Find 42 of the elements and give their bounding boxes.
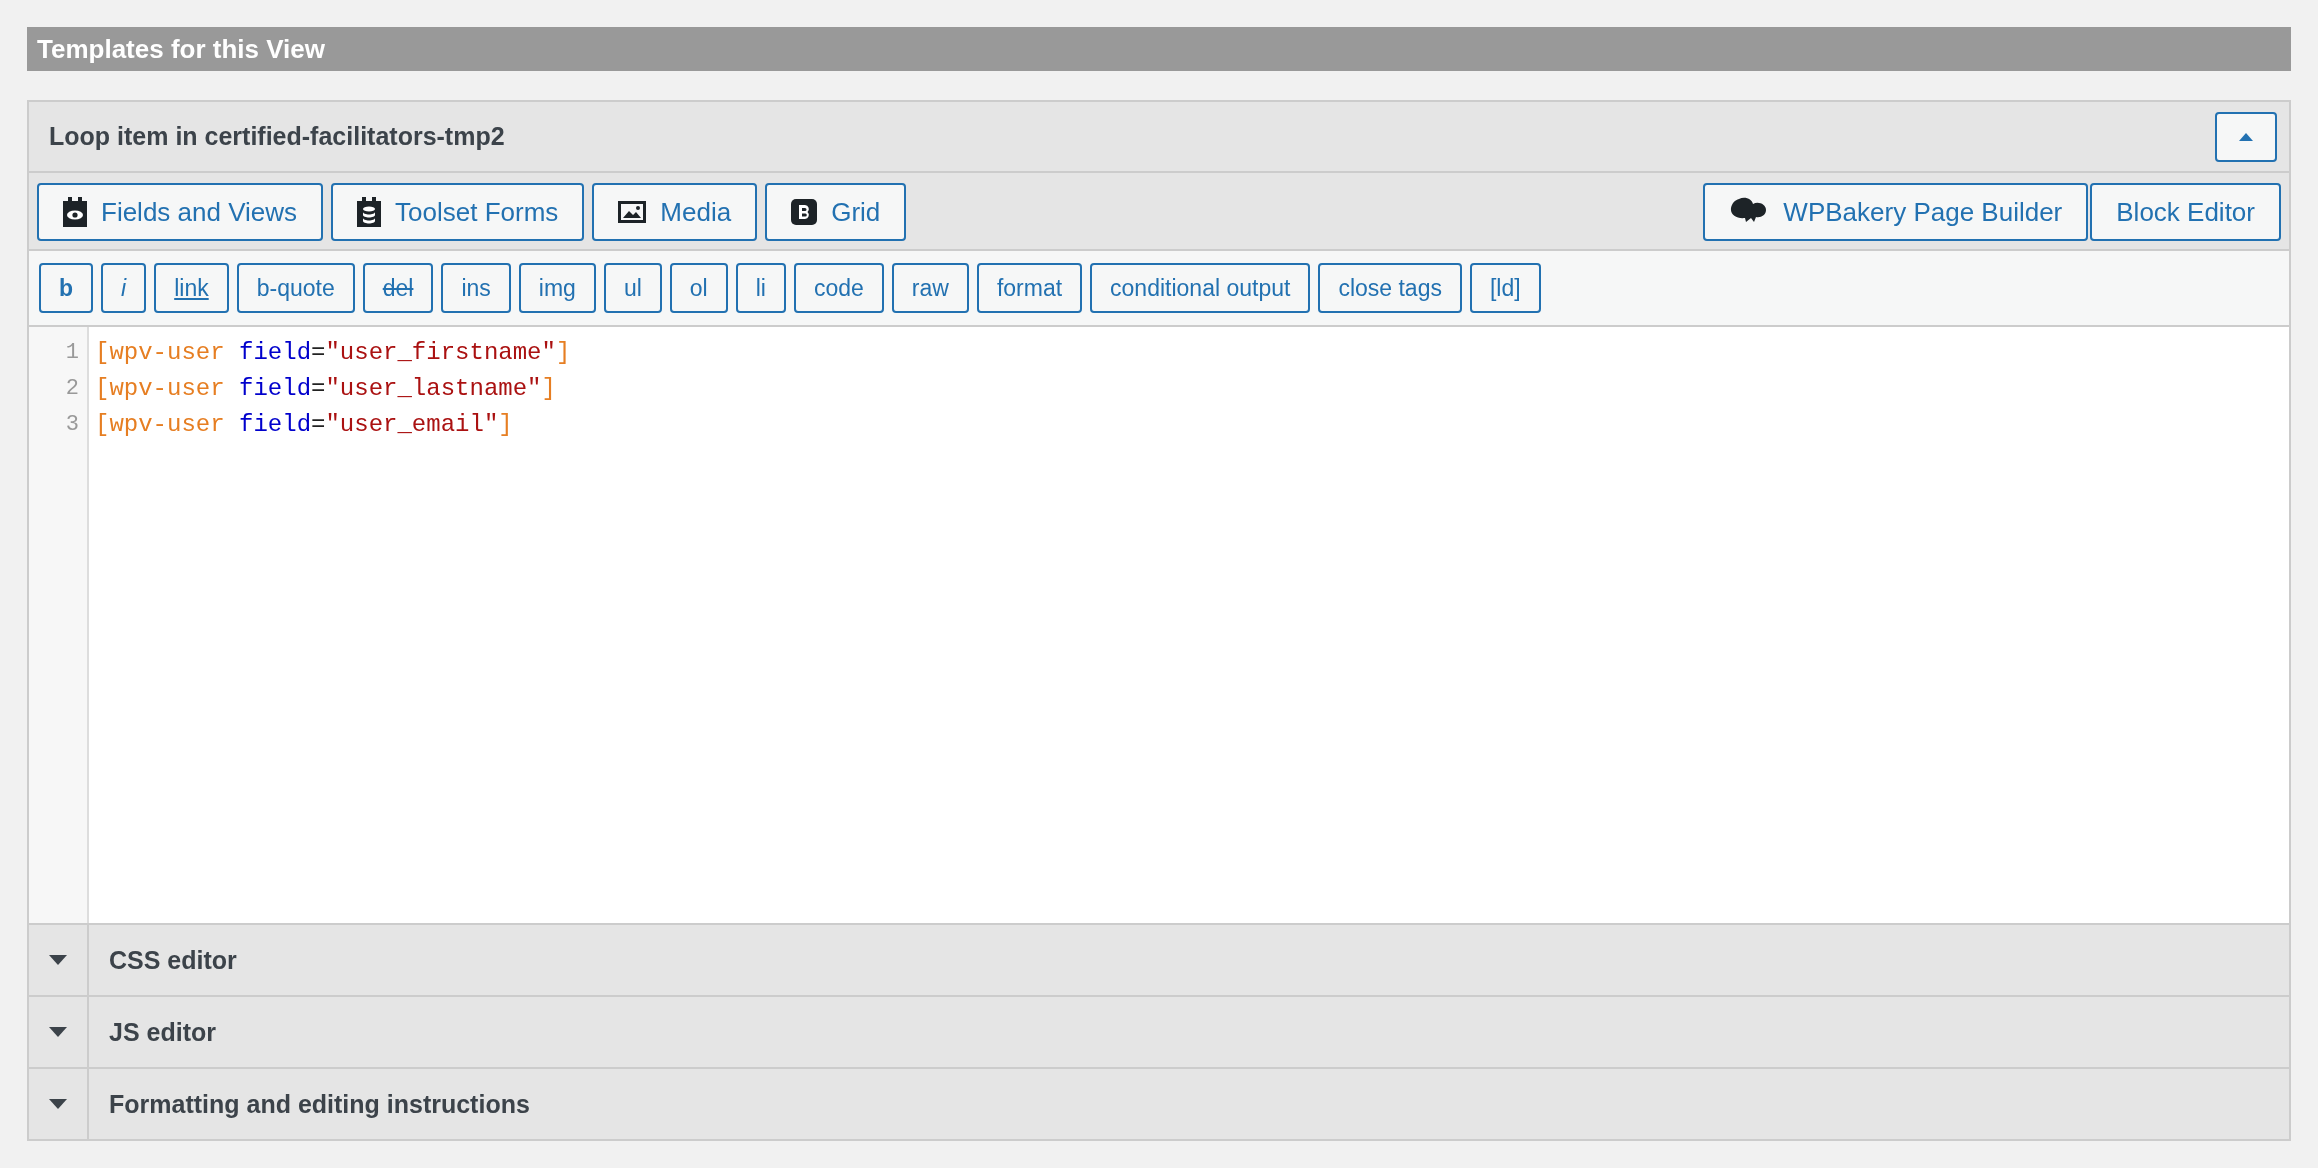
toolbar-button[interactable]: Block Editor <box>2090 183 2281 241</box>
quicktag-button[interactable]: img <box>518 263 596 313</box>
toolbar-button[interactable]: WPBakery Page Builder <box>1703 183 2089 241</box>
quicktag-button[interactable]: code <box>793 263 884 313</box>
quicktag-button[interactable]: raw <box>891 263 969 313</box>
toolbar-button[interactable]: Media <box>592 183 758 241</box>
quicktag-button[interactable]: ul <box>603 263 662 313</box>
quicktag-button[interactable]: del <box>362 263 434 313</box>
toolbar-button[interactable]: Grid <box>765 183 907 241</box>
quicktag-button[interactable]: ol <box>669 263 728 313</box>
quicktag-button[interactable]: ins <box>441 263 511 313</box>
panel-title: Loop item in certified-facilitators-tmp2 <box>49 122 505 151</box>
database-icon <box>357 197 382 227</box>
line-number: 2 <box>64 375 80 403</box>
quicktag-button[interactable]: b <box>39 263 94 313</box>
code-editor[interactable]: 1 2 3 [wpv-user field="user_firstname"] [wpv-user field="user_lastname"] [wpv-user field="user_email"] <box>29 327 2289 925</box>
quicktag-button[interactable]: b-quote <box>236 263 355 313</box>
caret-icon <box>2239 132 2253 141</box>
quicktag-button[interactable]: [ld] <box>1469 263 1541 313</box>
section-title: CSS editor <box>108 945 237 975</box>
code-line: [wpv-user field="user_lastname"] <box>95 375 556 402</box>
line-number: 3 <box>64 411 80 439</box>
collapsible-section[interactable]: CSS editor <box>29 925 2289 997</box>
code-line: [wpv-user field="user_firstname"] <box>95 339 571 366</box>
b-letter-icon <box>791 199 818 225</box>
toolbar-button[interactable]: Toolset Forms <box>331 183 585 241</box>
section-header: Templates for this View <box>27 27 2291 71</box>
collapsible-section[interactable]: JS editor <box>29 997 2289 1069</box>
section-title: Formatting and editing instructions <box>108 1089 530 1119</box>
line-number: 1 <box>64 339 80 367</box>
eye-icon <box>63 197 87 227</box>
toolbar-button[interactable]: Fields and Views <box>37 183 324 241</box>
quicktag-button[interactable]: link <box>154 263 229 313</box>
quicktag-button[interactable]: li <box>735 263 786 313</box>
quicktag-button[interactable]: close tags <box>1318 263 1462 313</box>
section-title: JS editor <box>108 1017 216 1047</box>
quicktag-button[interactable]: format <box>976 263 1083 313</box>
image-icon <box>618 201 647 223</box>
quicktag-button[interactable]: conditional output <box>1090 263 1311 313</box>
code-line: [wpv-user field="user_email"] <box>95 411 513 438</box>
quicktag-button[interactable]: i <box>101 263 147 313</box>
collapse-button[interactable] <box>2215 111 2277 162</box>
